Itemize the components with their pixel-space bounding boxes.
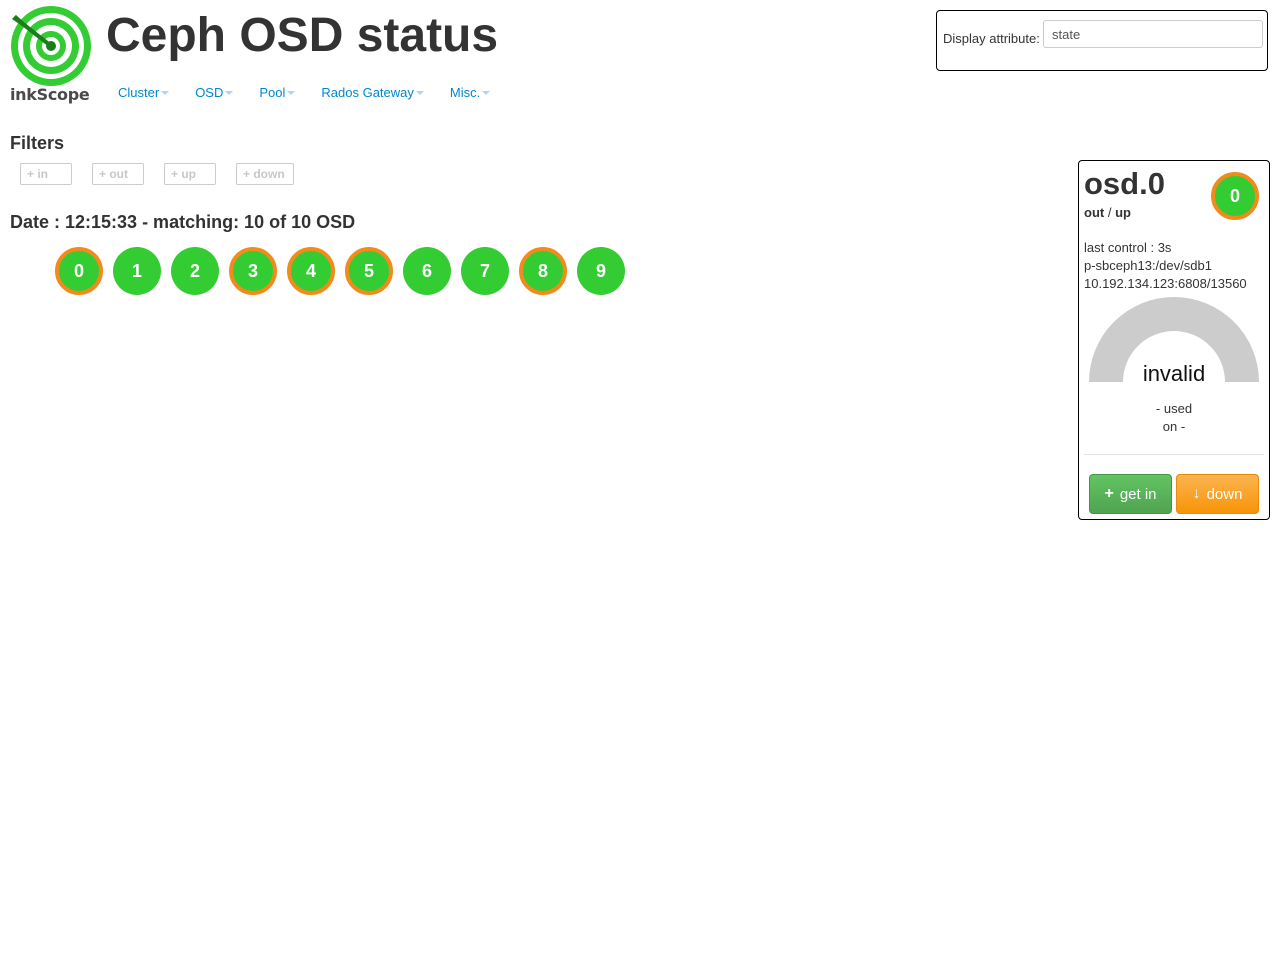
caret-down-icon (225, 91, 234, 95)
status-line: Date : 12:15:33 - matching: 10 of 10 OSD (10, 212, 356, 232)
nav-pool[interactable]: Pool (259, 83, 296, 101)
display-attribute-panel: Display attribute: (936, 10, 1268, 71)
filter-up-button[interactable]: + up (164, 163, 216, 185)
osd-address: 10.192.134.123:6808/13560 (1084, 276, 1247, 291)
nav-label: Rados Gateway (321, 84, 414, 100)
osd-badge: 0 (1211, 172, 1259, 220)
display-attribute-label: Display attribute: (943, 31, 1040, 46)
osd-circle[interactable]: 8 (519, 247, 567, 295)
osd-circle[interactable]: 3 (229, 247, 277, 295)
caret-down-icon (482, 91, 491, 95)
down-button[interactable]: ↓ down (1176, 474, 1259, 514)
display-attribute-input[interactable] (1043, 20, 1263, 48)
osd-circle[interactable]: 6 (403, 247, 451, 295)
get-in-label: get in (1119, 485, 1157, 503)
nav-misc[interactable]: Misc. (449, 83, 491, 101)
nav-cluster[interactable]: Cluster (118, 83, 170, 101)
osd-state-in: out (1084, 205, 1105, 220)
used-value: - used (1155, 401, 1193, 416)
target-logo-icon (11, 6, 91, 86)
osd-circle[interactable]: 9 (577, 247, 625, 295)
filter-out-button[interactable]: + out (92, 163, 144, 185)
last-control: last control : 3s (1084, 240, 1172, 255)
osd-state: out / up (1084, 205, 1131, 220)
nav-osd[interactable]: OSD (195, 83, 234, 101)
nav-rados-gateway[interactable]: Rados Gateway (321, 83, 424, 101)
nav-label: OSD (195, 84, 224, 100)
nav-label: Misc. (449, 84, 481, 100)
inkscope-logo[interactable]: inkScope (10, 5, 94, 107)
caret-down-icon (415, 91, 424, 95)
nav-label: Pool (259, 84, 286, 100)
osd-detail-panel: osd.0 out / up 0 last control : 3s p-sbc… (1078, 160, 1270, 520)
page-title: Ceph OSD status (106, 9, 499, 62)
osd-state-up: up (1115, 205, 1131, 220)
logo-text: inkScope (10, 85, 90, 104)
gauge-label: invalid (1142, 361, 1206, 386)
osd-circle[interactable]: 4 (287, 247, 335, 295)
arrow-down-icon: ↓ (1192, 485, 1201, 502)
divider (1084, 454, 1264, 455)
filter-down-button[interactable]: + down (236, 163, 294, 185)
used-on-value: on - (1162, 419, 1186, 434)
caret-down-icon (161, 91, 170, 95)
osd-name: osd.0 (1084, 166, 1165, 201)
filters-title: Filters (10, 133, 65, 153)
down-label: down (1206, 485, 1243, 503)
osd-state-separator: / (1107, 205, 1112, 220)
filter-in-button[interactable]: + in (20, 163, 72, 185)
plus-icon: + (1104, 485, 1114, 502)
osd-circle[interactable]: 7 (461, 247, 509, 295)
get-in-button[interactable]: + get in (1089, 474, 1172, 514)
osd-device: p-sbceph13:/dev/sdb1 (1084, 258, 1212, 273)
osd-circle[interactable]: 1 (113, 247, 161, 295)
osd-circle[interactable]: 0 (55, 247, 103, 295)
osd-circle[interactable]: 2 (171, 247, 219, 295)
caret-down-icon (287, 91, 296, 95)
main-nav: Cluster OSD Pool Rados Gateway Misc. (118, 83, 516, 101)
nav-label: Cluster (118, 84, 160, 100)
osd-circle[interactable]: 5 (345, 247, 393, 295)
